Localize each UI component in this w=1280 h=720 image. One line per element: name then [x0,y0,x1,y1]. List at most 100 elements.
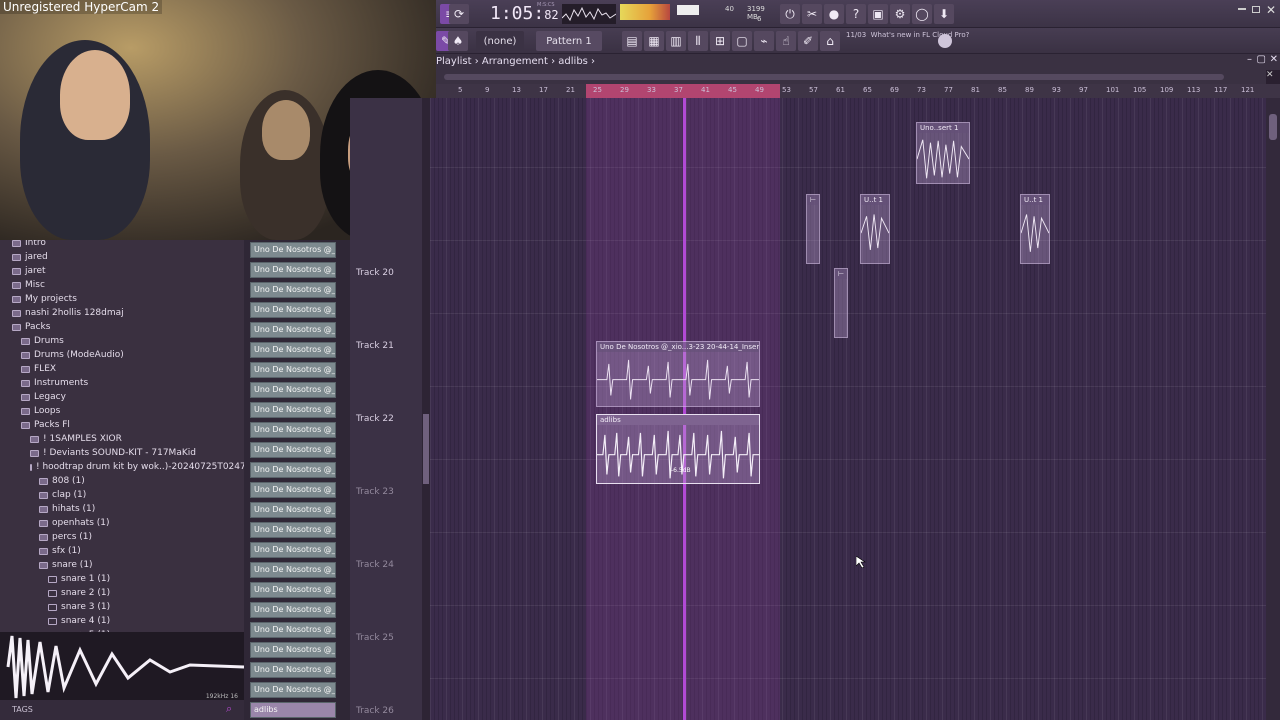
browser-item[interactable]: Drums (ModeAudio) [0,348,244,362]
playlist-minimize-icon[interactable]: – [1247,54,1252,65]
minimize-icon[interactable] [1238,8,1246,10]
help-icon[interactable]: ? [846,4,866,24]
channel-clip[interactable]: Uno De Nosotros @_xior... [250,402,336,418]
channel-clip[interactable]: Uno De Nosotros @_xior... [250,282,336,298]
account-icon[interactable] [938,34,952,48]
metronome-icon[interactable]: ⏻ [780,4,800,24]
project-icon[interactable]: ▢ [732,31,752,51]
channel-clip[interactable]: Uno De Nosotros @_xior... [250,482,336,498]
browser-item[interactable]: hihats (1) [0,502,244,516]
channel-clip[interactable]: Uno De Nosotros @_xior... [250,302,336,318]
browser-item[interactable]: FLEX [0,362,244,376]
track-label[interactable]: Track 24 [356,560,394,570]
audio-clip[interactable]: ⊢ [834,268,848,338]
playlist-maximize-icon[interactable]: ▢ [1257,54,1266,65]
horizontal-scrollbar[interactable] [436,70,1266,84]
cart-icon[interactable]: ⌂ [820,31,840,51]
timeline-ruler[interactable]: 5 9 13 17 21 25 29 33 37 41 45 49 53 57 61 65 69 73 77 81 85… [436,84,1280,98]
browser-item[interactable]: sfx (1) [0,544,244,558]
channel-clip[interactable]: Uno De Nosotros @_xior... [250,262,336,278]
browser-item[interactable]: snare 1 (1) [0,572,244,586]
track-scroll[interactable] [422,98,430,720]
channel-clip[interactable]: Uno De Nosotros @_xior... [250,342,336,358]
browser-item[interactable]: snare 4 (1) [0,614,244,628]
browser-item[interactable]: percs (1) [0,530,244,544]
audio-clip[interactable]: Uno De Nosotros @_xio...3-23 20-44-14_In… [596,341,760,407]
download-icon[interactable]: ⬇ [934,4,954,24]
channel-clip[interactable]: Uno De Nosotros @_xior... [250,322,336,338]
browser-item[interactable]: ! 1SAMPLES XIOR [0,432,244,446]
channel-clip[interactable]: Uno De Nosotros @_xior... [250,462,336,478]
playlist-grid[interactable]: Uno De Nosotros @_xio...3-23 20-44-14_In… [430,98,1266,720]
channel-clip[interactable]: Uno De Nosotros @_xior... [250,662,336,678]
close-icon[interactable]: ✕ [1266,3,1276,17]
track-label[interactable]: Track 23 [356,487,394,497]
browser-item[interactable]: snare 2 (1) [0,586,244,600]
cut-icon[interactable]: ✂ [802,4,822,24]
channel-clip[interactable]: Uno De Nosotros @_xior... [250,562,336,578]
audio-clip[interactable]: U..t 1 [860,194,890,264]
browser-item[interactable]: Loops [0,404,244,418]
channel-clip[interactable]: Uno De Nosotros @_xior... [250,682,336,698]
pattern-selector[interactable]: Pattern 1 [536,31,602,51]
track-label[interactable]: Track 20 [356,268,394,278]
playlist-icon[interactable]: ▤ [622,31,642,51]
adlibs-clip[interactable]: adlibs -6.5dB [596,414,760,484]
browser-item[interactable]: Intro [0,240,244,250]
browser-item[interactable]: nashi 2hollis 128dmaj [0,306,244,320]
channel-clip[interactable]: Uno De Nosotros @_xior... [250,422,336,438]
master-volume-meter[interactable] [620,4,670,20]
audio-clip[interactable]: ⊢ [806,194,820,264]
browser-item[interactable]: Drums [0,334,244,348]
browser-item[interactable]: Packs [0,320,244,334]
record-icon[interactable]: ● [824,4,844,24]
mixer-target-select[interactable]: (none) [476,31,524,51]
track-label[interactable]: Track 26 [356,706,394,716]
maximize-icon[interactable] [1252,6,1260,13]
browser-item[interactable]: snare 3 (1) [0,600,244,614]
piano-roll-icon[interactable]: ▦ [644,31,664,51]
browser-icon[interactable]: ⊞ [710,31,730,51]
browser-item[interactable]: openhats (1) [0,516,244,530]
channel-clip[interactable]: Uno De Nosotros @_xior... [250,502,336,518]
touch-icon[interactable]: ☝ [776,31,796,51]
browser-item[interactable]: ! Deviants SOUND-KIT - 717MaKid [0,446,244,460]
track-label[interactable]: Track 22 [356,414,394,424]
channel-clip[interactable]: Uno De Nosotros @_xior... [250,602,336,618]
audio-clip[interactable]: U..t 1 [1020,194,1050,264]
channel-clip[interactable]: Uno De Nosotros @_xior... [250,382,336,398]
mixer-icon[interactable]: ⫴ [688,31,708,51]
browser-item[interactable]: Legacy [0,390,244,404]
search-icon[interactable]: ⌕ [226,702,232,716]
playlist-close-icon[interactable]: ✕ [1270,54,1278,65]
playhead[interactable] [683,98,686,720]
channel-rack-icon[interactable]: ▥ [666,31,686,51]
save-icon[interactable]: ▣ [868,4,888,24]
plug-icon[interactable]: ⌁ [754,31,774,51]
browser-item[interactable]: jaret [0,264,244,278]
browser-item[interactable]: ! hoodtrap drum kit by wok..)-20240725T0… [0,460,244,474]
browser-item[interactable]: jared [0,250,244,264]
chat-icon[interactable]: ◯ [912,4,932,24]
audio-clip[interactable]: Uno..sert 1 [916,122,970,184]
loop-region[interactable] [586,84,780,98]
browser-item[interactable]: clap (1) [0,488,244,502]
browser-item[interactable]: Misc [0,278,244,292]
vertical-scrollbar[interactable] [1266,98,1280,720]
browser-item[interactable]: snare (1) [0,558,244,572]
channel-clip[interactable]: Uno De Nosotros @_xior... [250,622,336,638]
plugin-icon[interactable]: ⚙ [890,4,910,24]
channel-clip[interactable]: Uno De Nosotros @_xior... [250,642,336,658]
track-label[interactable]: Track 25 [356,633,394,643]
browser-item[interactable]: Instruments [0,376,244,390]
browser-item[interactable]: My projects [0,292,244,306]
browser-item[interactable]: Packs Fl [0,418,244,432]
brush-icon[interactable]: ✐ [798,31,818,51]
channel-clip[interactable]: Uno De Nosotros @_xior... [250,242,336,258]
channel-clip[interactable]: Uno De Nosotros @_xior... [250,362,336,378]
channel-clip[interactable]: Uno De Nosotros @_xior... [250,442,336,458]
stamp-icon[interactable]: ♠ [448,31,468,51]
channel-clip[interactable]: Uno De Nosotros @_xior... [250,542,336,558]
browser-item[interactable]: 808 (1) [0,474,244,488]
channel-clip-adlibs[interactable]: adlibs [250,702,336,718]
